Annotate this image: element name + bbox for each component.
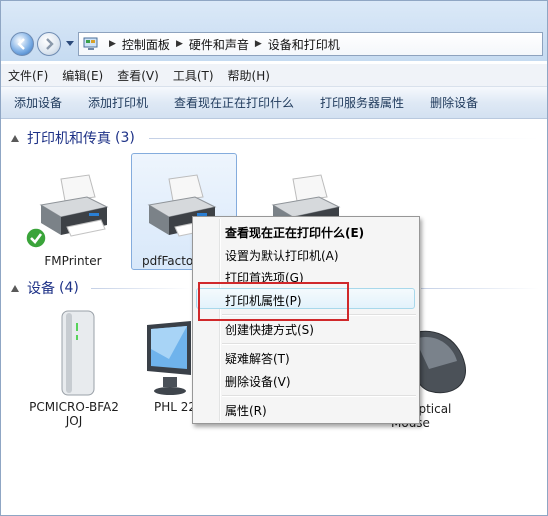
see-whats-printing-button[interactable]: 查看现在正在打印什么 [174,94,294,111]
arrow-left-icon [17,38,25,50]
menu-separator [222,395,416,397]
print-server-properties-button[interactable]: 打印服务器属性 [320,94,404,111]
window: ▶ 控制面板 ▶ 硬件和声音 ▶ 设备和打印机 文件(F) 编辑(E) 查看(V… [0,0,548,516]
group-title: 打印机和传真 [27,131,111,147]
annotation-highlight-box [198,282,349,321]
history-dropdown-icon[interactable] [65,40,75,48]
device-item-pcmicro[interactable]: PCMICRO-BFA2 JOJ [15,309,133,428]
monitor-icon [147,321,191,395]
back-button[interactable] [10,32,34,56]
device-label-line2: JOJ [65,414,83,428]
device-item-monitor[interactable]: PHL 22 [139,319,199,414]
menu-file[interactable]: 文件(F) [1,67,55,84]
collapse-triangle-icon[interactable] [11,284,19,292]
group-divider [91,288,191,289]
address-box[interactable]: ▶ 控制面板 ▶ 硬件和声音 ▶ 设备和打印机 [78,32,543,56]
default-check-icon [25,227,47,249]
menu-separator [222,343,416,345]
collapse-triangle-icon[interactable] [11,134,19,142]
menu-bar: 文件(F) 编辑(E) 查看(V) 工具(T) 帮助(H) [1,64,547,87]
add-device-button[interactable]: 添加设备 [14,94,62,111]
forward-button[interactable] [37,32,61,56]
arrow-right-icon [46,38,54,50]
printer-label: FMPrinter [44,254,102,268]
address-bar-area: ▶ 控制面板 ▶ 硬件和声音 ▶ 设备和打印机 [1,1,547,61]
device-label: PCMICRO-BFA2 [29,400,119,414]
command-bar: 添加设备 添加打印机 查看现在正在打印什么 打印服务器属性 删除设备 [1,87,547,119]
menu-view[interactable]: 查看(V) [110,67,166,84]
menu-item-remove-device[interactable]: 删除设备(V) [225,373,291,390]
group-title: 设备 [27,281,55,297]
menu-item-set-default[interactable]: 设置为默认打印机(A) [225,247,339,264]
chevron-right-icon[interactable]: ▶ [176,39,183,49]
menu-tools[interactable]: 工具(T) [166,67,221,84]
computer-tower-icon [61,310,95,396]
group-header-printers[interactable]: 打印机和传真 (3) [11,128,135,148]
breadcrumb-devices-printers[interactable]: 设备和打印机 [268,36,340,53]
chevron-right-icon[interactable]: ▶ [109,39,116,49]
breadcrumb-control-panel[interactable]: 控制面板 [122,36,170,53]
group-count: (4) [59,280,79,296]
printer-item-fmprinter[interactable]: FMPrinter [23,171,123,268]
group-header-devices[interactable]: 设备 (4) [11,278,79,298]
group-count: (3) [115,130,135,146]
menu-item-troubleshoot[interactable]: 疑难解答(T) [225,350,290,367]
menu-item-create-shortcut[interactable]: 创建快捷方式(S) [225,321,314,338]
group-divider [421,288,539,289]
control-panel-icon [83,37,98,50]
add-printer-button[interactable]: 添加打印机 [88,94,148,111]
chevron-right-icon[interactable]: ▶ [255,39,262,49]
menu-help[interactable]: 帮助(H) [221,67,277,84]
menu-edit[interactable]: 编辑(E) [55,67,110,84]
group-divider [149,138,539,139]
breadcrumb-hardware-sound[interactable]: 硬件和声音 [189,36,249,53]
menu-item-properties[interactable]: 属性(R) [225,402,267,419]
remove-device-button[interactable]: 删除设备 [430,94,478,111]
menu-item-see-whats-printing[interactable]: 查看现在正在打印什么(E) [225,224,364,241]
